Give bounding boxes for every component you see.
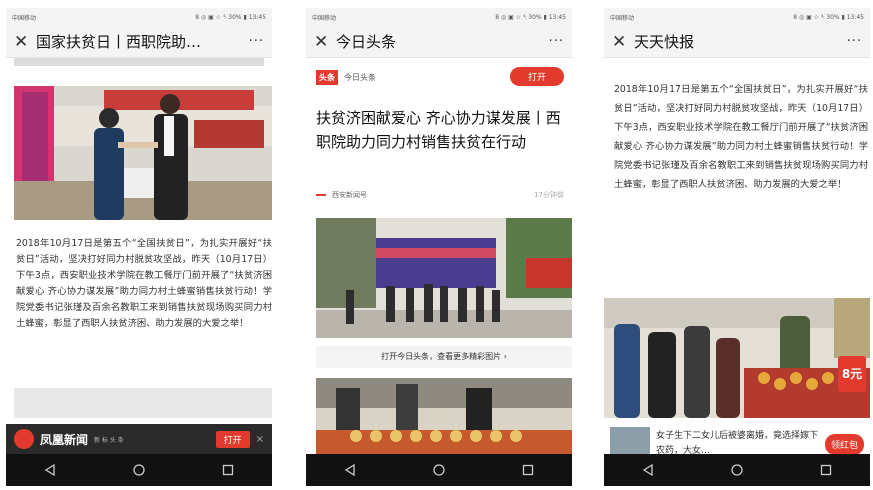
home-icon[interactable] xyxy=(432,463,446,477)
open-app-button[interactable]: 打开 xyxy=(509,67,564,86)
back-icon[interactable] xyxy=(43,463,57,477)
page-title: 今日头条 xyxy=(336,33,397,51)
title-bar: ✕ 今日头条 ··· xyxy=(306,26,572,58)
photo-scene-2b xyxy=(316,378,572,454)
banner-close-icon[interactable]: × xyxy=(256,434,264,445)
page-title: 天天快报 xyxy=(634,33,695,51)
article-headline: 扶贫济困献爱心 齐心协力谋发展丨西职院助力同力村销售扶贫在行动 xyxy=(316,109,561,151)
ad-bar[interactable]: 女子生下二女儿后被婆离婚，竟选择嫁下农药，大女… 领红包 xyxy=(604,422,870,454)
article-photo xyxy=(14,86,272,220)
brand-row: 头条 今日头条 xyxy=(316,70,376,85)
carrier-label: 中国移动 xyxy=(610,14,635,22)
title-bar: ✕ 国家扶贫日丨西职院助… ··· xyxy=(6,26,272,58)
banner-slogan: 新 标 头 条 xyxy=(94,436,124,444)
banner-open-button[interactable]: 打开 xyxy=(215,430,250,448)
carrier-label: 中国移动 xyxy=(12,14,37,22)
article-photo xyxy=(604,298,870,418)
android-nav-bar xyxy=(306,454,572,486)
page-title: 国家扶贫日丨西职院助… xyxy=(36,33,202,51)
recents-icon[interactable] xyxy=(819,463,833,477)
title-bar: ✕ 天天快报 ··· xyxy=(604,26,870,58)
source-mark xyxy=(316,194,326,196)
article-photo xyxy=(316,218,572,338)
ad-red-packet-button[interactable]: 领红包 xyxy=(824,433,864,454)
app-logo-icon xyxy=(14,429,34,449)
back-icon[interactable] xyxy=(641,463,655,477)
close-icon[interactable]: ✕ xyxy=(612,32,630,52)
status-bar: 中国移动 8 ◎ ▣ ☆ ⁴ₗ 30% ▮ 13:45 xyxy=(604,8,870,26)
carrier-label: 中国移动 xyxy=(312,14,337,22)
article-photo-2 xyxy=(316,378,572,454)
article-content[interactable]: 2018年10月17日是第五个“全国扶贫日”，为扎实开展好“扶贫日”活动，坚决打… xyxy=(6,58,272,454)
phone-screen-1: 中国移动 8 ◎ ▣ ☆ ⁴ₗ 30% ▮ 13:45 ✕ 国家扶贫日丨西职院助… xyxy=(6,8,272,486)
status-indicators: 8 ◎ ▣ ☆ ⁴ₗ 30% ▮ 13:45 xyxy=(195,13,266,21)
phone-screen-3: 中国移动 8 ◎ ▣ ☆ ⁴ₗ 30% ▮ 13:45 ✕ 天天快报 ··· 2… xyxy=(604,8,870,486)
source-name: 西安新闻号 xyxy=(332,191,367,199)
source-time: 17分钟前 xyxy=(534,191,564,199)
banner-app-name: 凤凰新闻 xyxy=(40,432,89,447)
brand-name: 今日头条 xyxy=(344,73,376,82)
android-nav-bar xyxy=(6,454,272,486)
more-photos-link[interactable]: 打开今日头条，查看更多精彩图片 › xyxy=(316,346,572,368)
image-placeholder xyxy=(14,388,272,418)
photo-scene-3 xyxy=(604,298,870,418)
more-menu-icon[interactable]: ··· xyxy=(549,34,564,49)
article-body: 2018年10月17日是第五个“全国扶贫日”，为扎实开展好“扶贫日”活动，坚决打… xyxy=(16,238,272,329)
article-content[interactable]: 2018年10月17日是第五个“全国扶贫日”，为扎实开展好“扶贫日”活动，坚决打… xyxy=(604,58,870,454)
status-bar: 中国移动 8 ◎ ▣ ☆ ⁴ₗ 30% ▮ 13:45 xyxy=(6,8,272,26)
app-banner[interactable]: 凤凰新闻 新 标 头 条 打开 × xyxy=(6,424,272,454)
home-icon[interactable] xyxy=(730,463,744,477)
toutiao-logo: 头条 xyxy=(316,70,338,85)
close-icon[interactable]: ✕ xyxy=(314,32,332,52)
phone-screen-2: 中国移动 8 ◎ ▣ ☆ ⁴ₗ 30% ▮ 13:45 ✕ 今日头条 ··· 头… xyxy=(306,8,572,486)
android-nav-bar xyxy=(604,454,870,486)
article-content[interactable]: 头条 今日头条 打开 扶贫济困献爱心 齐心协力谋发展丨西职院助力同力村销售扶贫在… xyxy=(306,58,572,454)
photo-scene-2 xyxy=(316,218,572,338)
back-icon[interactable] xyxy=(343,463,357,477)
article-body: 2018年10月17日是第五个“全国扶贫日”，为扎实开展好“扶贫日”活动，坚决打… xyxy=(614,84,868,190)
red-packet-badge[interactable]: 8元 xyxy=(838,356,866,392)
photo-scene-1 xyxy=(14,86,272,220)
more-menu-icon[interactable]: ··· xyxy=(249,34,264,49)
source-row: 西安新闻号 17分钟前 xyxy=(316,190,564,200)
photo-strip xyxy=(14,58,264,66)
ad-text: 女子生下二女儿后被婆离婚，竟选择嫁下农药，大女… xyxy=(656,431,819,454)
status-indicators: 8 ◎ ▣ ☆ ⁴ₗ 30% ▮ 13:45 xyxy=(495,13,566,21)
status-indicators: 8 ◎ ▣ ☆ ⁴ₗ 30% ▮ 13:45 xyxy=(793,13,864,21)
recents-icon[interactable] xyxy=(221,463,235,477)
home-icon[interactable] xyxy=(132,463,146,477)
close-icon[interactable]: ✕ xyxy=(14,32,32,52)
ad-thumbnail xyxy=(610,427,650,454)
recents-icon[interactable] xyxy=(521,463,535,477)
more-menu-icon[interactable]: ··· xyxy=(847,34,862,49)
status-bar: 中国移动 8 ◎ ▣ ☆ ⁴ₗ 30% ▮ 13:45 xyxy=(306,8,572,26)
